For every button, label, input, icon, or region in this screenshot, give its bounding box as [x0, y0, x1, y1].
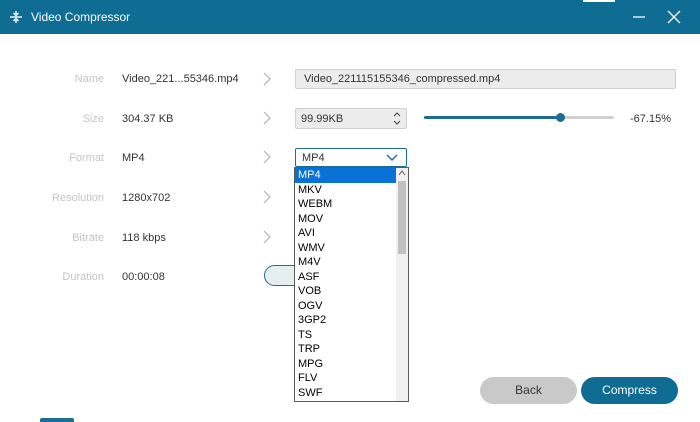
format-option[interactable]: TRP — [295, 342, 396, 357]
minimize-icon[interactable] — [630, 8, 648, 26]
format-option[interactable]: WEBM — [295, 197, 396, 212]
format-option[interactable]: M4V — [295, 255, 396, 270]
format-option[interactable]: MOV — [295, 212, 396, 227]
bottom-toggle-fragment — [40, 418, 74, 422]
format-option[interactable]: MPG — [295, 357, 396, 372]
format-option[interactable]: ASF — [295, 270, 396, 285]
duration-label: Duration — [62, 271, 104, 283]
close-icon[interactable] — [665, 8, 683, 26]
format-option[interactable]: 3GP2 — [295, 313, 396, 328]
chevron-down-icon — [386, 154, 398, 161]
spinner-arrows-icon[interactable] — [389, 109, 405, 128]
name-label: Name — [74, 73, 104, 85]
back-button[interactable]: Back — [480, 377, 577, 404]
format-select[interactable]: MP4 — [295, 148, 407, 167]
chevron-right-icon — [263, 72, 271, 86]
format-option[interactable]: OGV — [295, 299, 396, 314]
format-option[interactable]: SWF — [295, 386, 396, 401]
format-options: MP4 MKV WEBM MOV AVI WMV M4V ASF VOB OGV 3GP2 TS TRP… — [295, 168, 396, 400]
compress-icon — [10, 11, 22, 23]
title-bar: Video Compressor — [0, 0, 700, 34]
scroll-up-icon[interactable] — [398, 170, 406, 176]
chevron-right-icon — [263, 190, 271, 204]
output-size-stepper[interactable]: 99.99KB — [295, 108, 407, 129]
format-label: Format — [69, 152, 104, 164]
source-name-value: Video_221...55346.mp4 — [122, 73, 239, 85]
format-select-value: MP4 — [302, 152, 325, 164]
output-name-field[interactable]: Video_221115155346_compressed.mp4 — [295, 69, 676, 89]
resolution-label: Resolution — [52, 192, 104, 204]
slider-fill — [424, 116, 561, 119]
source-format-value: MP4 — [122, 152, 145, 164]
format-option[interactable]: FLV — [295, 371, 396, 386]
window-title: Video Compressor — [31, 10, 131, 24]
video-compressor-window: Video Compressor Name Video_221...55346.… — [0, 0, 700, 422]
format-option[interactable]: AVI — [295, 226, 396, 241]
source-bitrate-value: 118 kbps — [122, 232, 166, 244]
source-duration-value: 00:00:08 — [122, 271, 165, 283]
compress-button[interactable]: Compress — [581, 377, 678, 404]
chevron-right-icon — [263, 230, 271, 244]
source-size-value: 304.37 KB — [122, 113, 174, 125]
source-resolution-value: 1280x702 — [122, 192, 171, 204]
format-dropdown-list[interactable]: MP4 MKV WEBM MOV AVI WMV M4V ASF VOB OGV 3GP2 TS TRP… — [294, 167, 409, 402]
chevron-right-icon — [263, 111, 271, 125]
output-size-value: 99.99KB — [301, 113, 344, 125]
titlebar-accent — [583, 0, 615, 2]
dropdown-scrollbar[interactable] — [396, 168, 408, 401]
chevron-right-icon — [263, 150, 271, 164]
slider-thumb[interactable] — [556, 113, 566, 122]
size-label: Size — [82, 113, 104, 125]
bitrate-label: Bitrate — [72, 232, 104, 244]
format-option[interactable]: TS — [295, 328, 396, 343]
format-option[interactable]: MKV — [295, 183, 396, 198]
size-percent: -67.15% — [630, 113, 671, 125]
format-option[interactable]: WMV — [295, 241, 396, 256]
format-option[interactable]: MP4 — [295, 168, 396, 183]
compression-slider[interactable] — [424, 112, 614, 124]
scrollbar-thumb[interactable] — [398, 181, 406, 254]
format-option[interactable]: VOB — [295, 284, 396, 299]
